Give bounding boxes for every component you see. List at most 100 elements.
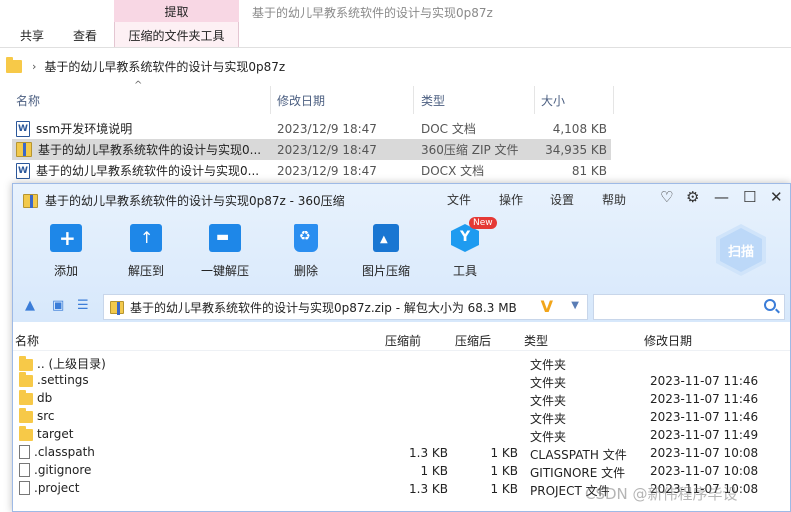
settings-gear-icon[interactable]: ⚙ [686, 189, 699, 205]
zip-row-date: 2023-11-07 11:46 [650, 392, 759, 406]
zip-row-before: 1.3 KB [409, 446, 448, 460]
menu-help[interactable]: 帮助 [602, 191, 626, 208]
zip-row[interactable]: target 文件夹 2023-11-07 11:49 [13, 426, 790, 444]
zip-icon [16, 142, 32, 157]
file-row[interactable]: 基于的幼儿早教系统软件的设计与实现0... 2023/12/9 18:47 DO… [12, 160, 611, 181]
zip-row[interactable]: db 文件夹 2023-11-07 11:46 [13, 390, 790, 408]
file-icon [19, 481, 30, 495]
up-arrow-icon[interactable]: ▲ [25, 298, 35, 313]
image-compress-label: 图片压缩 [361, 264, 410, 278]
file-row-selected[interactable]: 基于的幼儿早教系统软件的设计与实现0... 2023/12/9 18:47 36… [12, 139, 611, 160]
column-divider[interactable] [534, 86, 535, 114]
zip-row-name: db [37, 391, 53, 405]
zip-row-date: 2023-11-07 11:46 [650, 374, 759, 388]
ribbon-divider [0, 47, 791, 48]
column-header-name[interactable]: 名称 [16, 86, 40, 114]
menu-settings[interactable]: 设置 [550, 191, 574, 208]
zip-row-after: 1 KB [490, 482, 518, 496]
image-compress-button[interactable]: 图片压缩 [351, 224, 421, 279]
context-group-extract[interactable]: 提取 [114, 0, 239, 22]
zip-nav-bar: ▲ ▣ ☰ 基于的幼儿早教系统软件的设计与实现0p87z.zip - 解包大小为… [13, 288, 790, 322]
zip-header-area: 基于的幼儿早教系统软件的设计与实现0p87z - 360压缩 文件 操作 设置 … [13, 184, 790, 322]
zip-row-name: .gitignore [34, 463, 92, 477]
tools-label: 工具 [452, 264, 477, 278]
skin-icon[interactable]: ♡ [660, 189, 673, 205]
zip-col-type[interactable]: 类型 [524, 332, 548, 349]
zip-row-type: 文件夹 [530, 376, 567, 390]
search-icon[interactable] [764, 299, 776, 311]
chevron-down-icon[interactable]: ▼ [571, 300, 579, 311]
file-row[interactable]: ssm开发环境说明 2023/12/9 18:47 DOC 文档 4,108 K… [12, 118, 611, 139]
zip-col-name[interactable]: 名称 [15, 332, 39, 349]
zip-col-after[interactable]: 压缩后 [455, 332, 491, 349]
one-click-extract-icon [209, 224, 241, 252]
extract-icon [130, 224, 162, 252]
minimize-icon[interactable]: — [714, 189, 729, 205]
file-type: DOCX 文档 [421, 164, 485, 178]
column-divider[interactable] [413, 86, 414, 114]
zip-row[interactable]: .settings 文件夹 2023-11-07 11:46 [13, 372, 790, 390]
zip-address-bar[interactable]: 基于的幼儿早教系统软件的设计与实现0p87z.zip - 解包大小为 68.3 … [103, 294, 588, 320]
zip-col-date[interactable]: 修改日期 [644, 332, 692, 349]
tab-view[interactable]: 查看 [73, 27, 97, 44]
zip-row-name: src [37, 409, 55, 423]
folder-icon [19, 426, 33, 441]
zip-col-before[interactable]: 压缩前 [385, 332, 421, 349]
file-name: ssm开发环境说明 [36, 122, 133, 136]
file-date: 2023/12/9 18:47 [277, 163, 377, 178]
zip-row[interactable]: .gitignore 1 KB 1 KB GITIGNORE 文件 2023-1… [13, 462, 790, 480]
new-badge: New [469, 217, 497, 229]
zip-row-type: 文件夹 [530, 358, 567, 372]
column-divider[interactable] [270, 86, 271, 114]
tab-compressed-folder-tools[interactable]: 压缩的文件夹工具 [114, 22, 239, 48]
zip-row[interactable]: .. (上级目录) 文件夹 [13, 354, 790, 372]
address-path: 基于的幼儿早教系统软件的设计与实现0p87z [44, 59, 286, 74]
tools-button[interactable]: 工具 [430, 224, 500, 279]
one-click-extract-button[interactable]: 一键解压 [190, 224, 260, 279]
file-date: 2023/12/9 18:47 [277, 121, 377, 136]
extract-to-button[interactable]: 解压到 [111, 224, 181, 279]
explorer-address-bar[interactable]: › 基于的幼儿早教系统软件的设计与实现0p87z [0, 54, 791, 78]
zip-row-name: .settings [37, 373, 89, 387]
file-icon [19, 445, 30, 459]
zip-row[interactable]: src 文件夹 2023-11-07 11:46 [13, 408, 790, 426]
zip-row[interactable]: .classpath 1.3 KB 1 KB CLASSPATH 文件 2023… [13, 444, 790, 462]
chevron-right-icon[interactable]: › [32, 60, 36, 73]
folder-icon [19, 355, 33, 371]
window-title: 基于的幼儿早教系统软件的设计与实现0p87z [252, 6, 493, 20]
zip-header-divider [13, 350, 790, 351]
file-type: DOC 文档 [421, 122, 476, 136]
zip-window-title: 基于的幼儿早教系统软件的设计与实现0p87z - 360压缩 [23, 192, 345, 209]
delete-icon [294, 224, 318, 252]
view-thumbnail-icon[interactable]: ▣ [52, 298, 64, 313]
zip-row-type: 文件夹 [530, 430, 567, 444]
scan-label: 扫描 [720, 228, 762, 272]
zip-row-name: target [37, 427, 74, 441]
delete-button[interactable]: 删除 [271, 224, 341, 279]
zip-row-type: CLASSPATH 文件 [530, 448, 627, 462]
zip-icon [110, 300, 124, 315]
scan-button[interactable]: 扫描 [716, 224, 766, 276]
v-logo-icon[interactable]: V [541, 297, 553, 316]
file-size: 4,108 KB [552, 121, 607, 136]
zip-search-box[interactable] [593, 294, 785, 320]
view-list-icon[interactable]: ☰ [77, 298, 89, 313]
close-icon[interactable]: ✕ [770, 189, 783, 205]
column-header-size[interactable]: 大小 [541, 86, 565, 114]
explorer-ribbon: 提取 压缩的文件夹工具 基于的幼儿早教系统软件的设计与实现0p87z 共享 查看 [0, 0, 791, 48]
column-header-type[interactable]: 类型 [421, 86, 445, 114]
zip-row-name: .project [34, 481, 80, 495]
zip-search-input[interactable] [598, 295, 758, 319]
one-click-extract-label: 一键解压 [200, 264, 249, 278]
file-name: 基于的幼儿早教系统软件的设计与实现0... [36, 164, 260, 178]
tab-share[interactable]: 共享 [20, 27, 44, 44]
column-header-date[interactable]: 修改日期 [277, 86, 325, 114]
menu-file[interactable]: 文件 [447, 191, 471, 208]
maximize-icon[interactable]: ☐ [743, 189, 756, 205]
watermark: CSDN @新伟程序毕设 [585, 485, 738, 503]
column-divider[interactable] [613, 86, 614, 114]
add-button[interactable]: 添加 [31, 224, 101, 279]
menu-operate[interactable]: 操作 [499, 191, 523, 208]
zip-row-date: 2023-11-07 10:08 [650, 464, 759, 478]
zip-row-before: 1 KB [420, 464, 448, 478]
